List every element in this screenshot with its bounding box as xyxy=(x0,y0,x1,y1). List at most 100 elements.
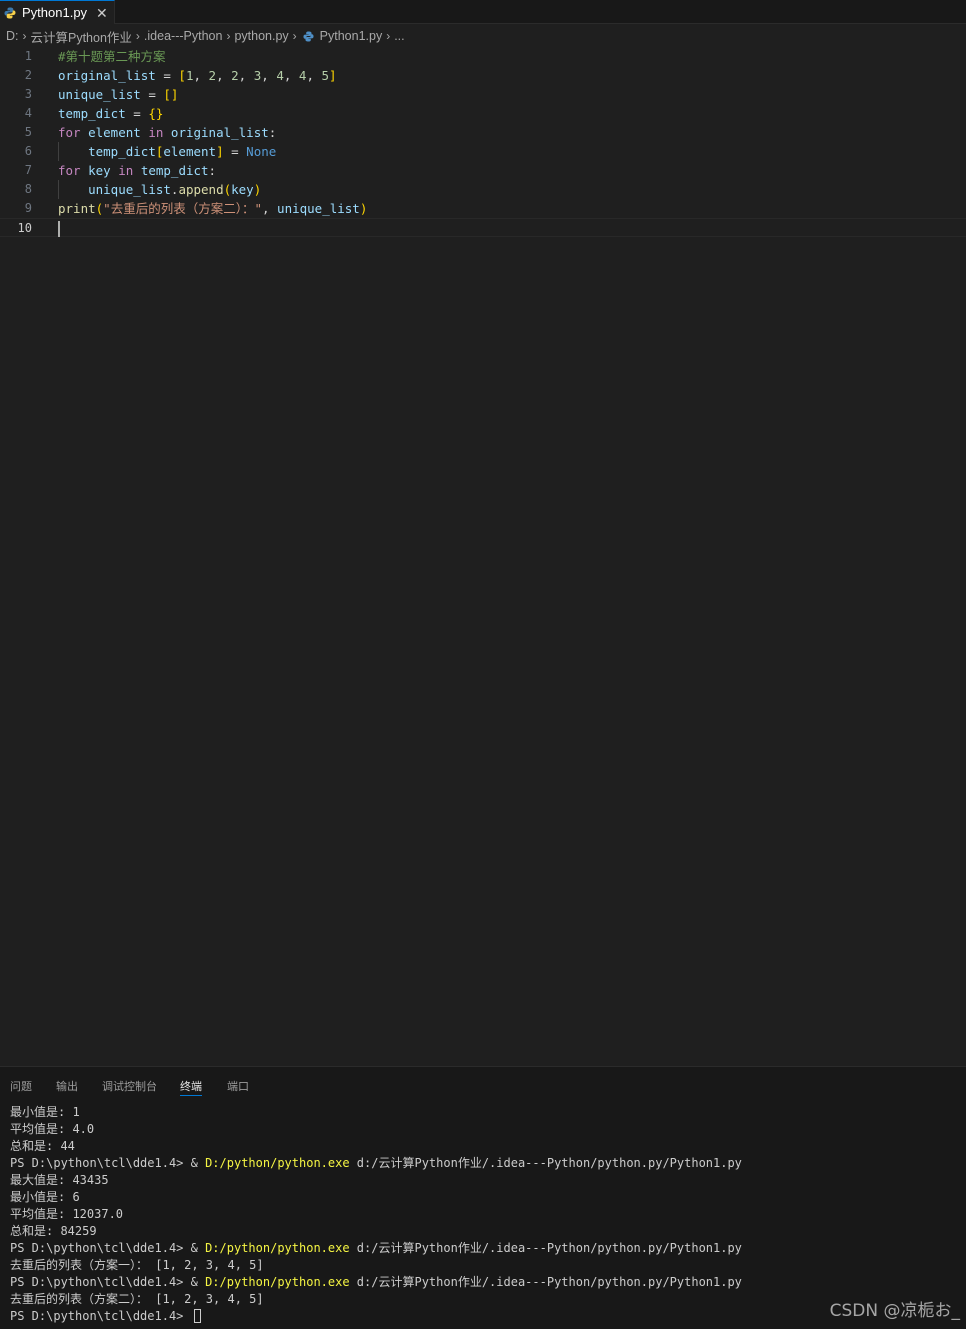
code-token: unique_list xyxy=(58,87,141,102)
line-number: 8 xyxy=(24,182,32,196)
terminal-line: 总和是: 84259 xyxy=(10,1223,960,1240)
breadcrumb-folder-course[interactable]: 云计算Python作业 xyxy=(31,27,132,46)
line-number: 1 xyxy=(24,49,32,63)
terminal-output[interactable]: 最小值是: 1 平均值是: 4.0 总和是: 44 PS D:\python\tcl\… xyxy=(10,1104,960,1325)
code-line[interactable]: 6 temp_dict[element] = None xyxy=(0,142,966,161)
code-line[interactable]: 7 for key in temp_dict: xyxy=(0,161,966,180)
breadcrumb-file[interactable]: Python1.py xyxy=(320,29,383,43)
terminal-text: d:/云计算Python作业/.idea---Python/python.py/… xyxy=(349,1275,742,1289)
terminal-text: PS D:\python\tcl\dde1.4> & xyxy=(10,1156,206,1170)
python-file-icon xyxy=(303,30,314,42)
code-token: append xyxy=(178,182,224,197)
terminal-line: 总和是: 44 xyxy=(10,1138,960,1155)
editor-tab-bar: Python1.py ✕ xyxy=(0,0,966,24)
code-token: = xyxy=(140,87,164,102)
code-token: ) xyxy=(359,201,368,216)
code-token: original_list xyxy=(58,68,156,83)
code-text: unique_list.append(key) xyxy=(58,180,261,199)
line-number: 2 xyxy=(24,68,32,82)
chevron-right-icon: › xyxy=(386,29,391,43)
code-token: unique_list xyxy=(277,201,360,216)
code-line[interactable]: 3 unique_list = [] xyxy=(0,85,966,104)
tab-label: Python1.py xyxy=(22,5,88,20)
terminal-line: 去重后的列表（方案一）： [1, 2, 3, 4, 5] xyxy=(10,1257,960,1274)
code-token: , xyxy=(238,68,254,83)
tab-ports[interactable]: 端口 xyxy=(227,1078,249,1096)
code-line[interactable]: 1 #第十题第二种方案 xyxy=(0,47,966,66)
code-token: , xyxy=(216,68,232,83)
code-token: #第十题第二种方案 xyxy=(58,49,166,64)
watermark: CSDN @凉栀お_ xyxy=(829,1301,960,1321)
code-text: for key in temp_dict: xyxy=(58,161,216,180)
tab-terminal[interactable]: 终端 xyxy=(180,1078,202,1096)
code-line[interactable]: 5 for element in original_list: xyxy=(0,123,966,142)
breadcrumb-symbol[interactable]: ... xyxy=(394,29,404,43)
terminal-text: D:/python/python.exe xyxy=(205,1241,350,1255)
terminal-text: 最小值是: 1 xyxy=(10,1105,80,1119)
tab-debug-console[interactable]: 调试控制台 xyxy=(102,1078,157,1096)
terminal-text: d:/云计算Python作业/.idea---Python/python.py/… xyxy=(349,1241,742,1255)
tab-output[interactable]: 输出 xyxy=(56,1078,78,1096)
terminal-text: D:/python/python.exe xyxy=(205,1275,350,1289)
code-token: in xyxy=(148,125,164,140)
code-token: = xyxy=(155,68,179,83)
code-token: , xyxy=(306,68,322,83)
tab-problems[interactable]: 问题 xyxy=(10,1078,32,1096)
breadcrumb: D: › 云计算Python作业 › .idea---Python › pyth… xyxy=(0,25,966,47)
code-text: temp_dict[element] = None xyxy=(58,142,276,161)
code-token: print xyxy=(58,201,96,216)
panel-tab-bar: 问题 输出 调试控制台 终端 端口 xyxy=(0,1067,966,1101)
code-token: : xyxy=(268,125,277,140)
code-line[interactable]: 10 xyxy=(0,218,966,237)
terminal-text: 最大值是: 43435 xyxy=(10,1173,109,1187)
line-number: 5 xyxy=(24,125,32,139)
code-text: #第十题第二种方案 xyxy=(58,47,166,66)
breadcrumb-folder-python[interactable]: python.py xyxy=(234,29,288,43)
terminal-line: PS D:\python\tcl\dde1.4> & D:/python/pyt… xyxy=(10,1155,960,1172)
code-text: unique_list = [] xyxy=(58,85,178,104)
terminal-text: PS D:\python\tcl\dde1.4> xyxy=(10,1309,191,1323)
close-icon[interactable]: ✕ xyxy=(96,6,108,20)
code-token: for xyxy=(58,125,81,140)
code-line[interactable]: 9 print("去重后的列表（方案二）：", unique_list) xyxy=(0,199,966,218)
text-cursor xyxy=(58,221,60,237)
code-token: [] xyxy=(163,87,179,102)
terminal-line: 最小值是: 1 xyxy=(10,1104,960,1121)
tab-python1-py[interactable]: Python1.py ✕ xyxy=(0,0,115,24)
code-token: [ xyxy=(178,68,186,83)
code-token: 2 xyxy=(231,68,239,83)
code-token: ) xyxy=(253,182,262,197)
code-line[interactable]: 8 unique_list.append(key) xyxy=(0,180,966,199)
terminal-text: 平均值是: 12037.0 xyxy=(10,1207,124,1221)
terminal-line: 最大值是: 43435 xyxy=(10,1172,960,1189)
code-token: , xyxy=(261,68,277,83)
code-text: original_list = [1, 2, 2, 3, 4, 4, 5] xyxy=(58,66,337,85)
terminal-text: PS D:\python\tcl\dde1.4> & xyxy=(10,1241,206,1255)
code-token: temp_dict xyxy=(58,106,126,121)
code-token: 4 xyxy=(276,68,284,83)
terminal-text: d:/云计算Python作业/.idea---Python/python.py/… xyxy=(349,1156,742,1170)
terminal-cursor xyxy=(193,1309,201,1323)
code-line[interactable]: 2 original_list = [1, 2, 2, 3, 4, 4, 5] xyxy=(0,66,966,85)
code-token: {} xyxy=(148,106,164,121)
breadcrumb-folder-idea[interactable]: .idea---Python xyxy=(144,29,223,43)
code-editor[interactable]: 1 #第十题第二种方案 2 original_list = [1, 2, 2, 3, … xyxy=(0,47,966,1065)
terminal-line: PS D:\python\tcl\dde1.4> xyxy=(10,1308,960,1325)
terminal-text: 去重后的列表（方案二）： [1, 2, 3, 4, 5] xyxy=(10,1292,264,1306)
terminal-text: PS D:\python\tcl\dde1.4> & xyxy=(10,1275,206,1289)
code-token: unique_list xyxy=(88,182,171,197)
code-token: key xyxy=(231,182,254,197)
breadcrumb-drive[interactable]: D: xyxy=(6,29,19,43)
code-token: element xyxy=(163,144,217,159)
terminal-line: 最小值是: 6 xyxy=(10,1189,960,1206)
terminal-line: 平均值是: 12037.0 xyxy=(10,1206,960,1223)
code-line[interactable]: 4 temp_dict = {} xyxy=(0,104,966,123)
chevron-right-icon: › xyxy=(135,29,140,43)
code-token: 5 xyxy=(321,68,330,83)
